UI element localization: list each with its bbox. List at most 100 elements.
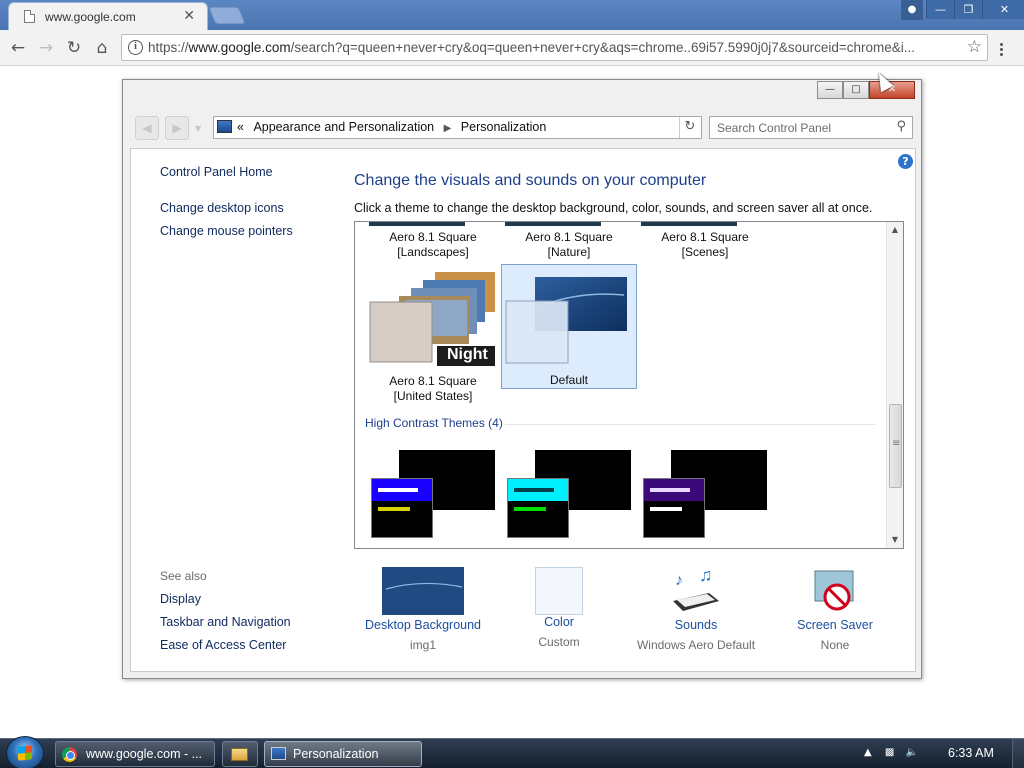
desktop-background-setting[interactable]: Desktop Background img1 [353,567,493,652]
address-url[interactable]: https://www.google.com/search?q=queen+ne… [148,40,958,55]
recent-pages-dropdown[interactable]: ▼ [195,124,203,133]
browser-toolbar: ← → ↻ ⌂ i https://www.google.com/search?… [0,30,1024,66]
taskbar-navigation-link[interactable]: Taskbar and Navigation [160,615,291,629]
forward-icon[interactable]: → [34,36,58,60]
clock[interactable]: 6:33 AM [948,746,994,760]
back-button[interactable]: ◀ [135,116,159,140]
setting-value: img1 [409,638,436,652]
show-hidden-icons-icon[interactable]: ▲ [864,747,872,758]
network-icon[interactable]: ▩ [885,747,894,758]
breadcrumb-overflow[interactable]: « [237,120,244,134]
tab-title: www.google.com [45,10,136,24]
screen-saver-setting[interactable]: Screen Saver None [773,567,897,652]
theme-thumbnail-partial [641,222,737,226]
setting-value: None [820,638,850,652]
theme-scenes[interactable]: Aero 8.1 Square [Scenes] [637,230,773,260]
chrome-icon [62,747,77,762]
volume-muted-icon[interactable]: 🔈 [906,747,918,758]
content-pane: ? Control Panel Home Change desktop icon… [130,148,916,672]
svg-text:♫: ♫ [699,567,713,585]
info-icon[interactable]: i [128,40,143,55]
color-swatch [535,567,583,615]
theme-united-states[interactable]: Night Aero 8.1 Square [United States] [365,266,501,403]
high-contrast-group-header[interactable]: High Contrast Themes (4) [365,416,503,430]
theme-list[interactable]: Aero 8.1 Square [Landscapes] Aero 8.1 Sq… [354,221,904,549]
start-button[interactable] [6,736,44,768]
search-input[interactable]: Search Control Panel ⚲ [709,116,913,139]
restore-button[interactable]: ❐ [954,0,982,19]
search-icon[interactable]: ⚲ [896,119,906,134]
change-mouse-pointers-link[interactable]: Change mouse pointers [160,224,293,238]
theme-nature[interactable]: Aero 8.1 Square [Nature] [501,230,637,260]
forward-button[interactable]: ▶ [165,116,189,140]
sounds-icon: ♪ ♫ [673,565,719,611]
scroll-down-icon[interactable]: ▼ [887,532,903,548]
search-placeholder: Search Control Panel [717,121,832,135]
breadcrumb-separator-icon[interactable]: ▶ [444,123,452,134]
personalization-window: — □ ✕ ◀ ▶ ▼ « Appearance and Personaliza… [122,79,922,679]
theme-thumbnail-partial [505,222,601,226]
window-controls: — □ ✕ [817,81,915,99]
user-profile-icon[interactable]: ● [901,0,923,20]
breadcrumb: « Appearance and Personalization ▶ Perso… [237,120,546,134]
setting-label: Screen Saver [797,618,873,632]
theme-landscapes[interactable]: Aero 8.1 Square [Landscapes] [365,230,501,260]
taskbar: www.google.com - ... Personalization ▲ ▩… [0,736,1024,768]
setting-label: Desktop Background [364,618,482,632]
help-icon[interactable]: ? [898,154,913,169]
breadcrumb-appearance[interactable]: Appearance and Personalization [253,120,434,134]
theme-high-contrast-3[interactable] [641,448,771,540]
color-setting[interactable]: Color Custom [499,567,619,649]
theme-high-contrast-2[interactable] [505,448,635,540]
taskbar-item-explorer[interactable] [222,741,258,767]
home-icon[interactable]: ⌂ [90,36,114,60]
browser-window-controls: — ❐ ✕ [926,0,1024,20]
breadcrumb-personalization[interactable]: Personalization [461,120,546,134]
close-tab-icon[interactable]: ✕ [183,8,195,24]
bookmark-star-icon[interactable]: ☆ [967,37,982,57]
page-title: Change the visuals and sounds on your co… [354,172,707,189]
theme-label: Aero 8.1 Square [389,374,477,388]
maximize-button[interactable]: □ [843,81,869,99]
svg-text:♪: ♪ [675,572,683,589]
browser-menu-icon[interactable] [1000,43,1004,58]
page-description: Click a theme to change the desktop back… [354,201,873,215]
ease-of-access-link[interactable]: Ease of Access Center [160,638,286,652]
taskbar-item-chrome[interactable]: www.google.com - ... [55,741,215,767]
new-tab-button[interactable] [208,7,246,24]
taskbar-item-personalization[interactable]: Personalization [264,741,422,767]
see-also-heading: See also [160,569,207,583]
close-button[interactable]: ✕ [982,0,1024,19]
theme-label: Aero 8.1 Square [389,230,477,244]
theme-label: [Landscapes] [397,245,469,259]
control-panel-home-link[interactable]: Control Panel Home [160,165,273,179]
theme-label: Aero 8.1 Square [525,230,613,244]
scroll-thumb[interactable] [889,404,902,488]
change-desktop-icons-link[interactable]: Change desktop icons [160,201,284,215]
theme-label: Aero 8.1 Square [661,230,749,244]
reload-icon[interactable]: ↻ [62,36,86,60]
theme-label: [Nature] [547,245,591,259]
address-bar[interactable]: i https://www.google.com/search?q=queen+… [121,34,988,61]
hc-thumbnail-front [643,478,705,538]
setting-label: Color [544,615,574,629]
control-panel-icon [271,747,286,760]
sounds-setting[interactable]: ♪ ♫ Sounds Windows Aero Default [626,565,766,652]
folder-icon [231,748,248,761]
back-icon[interactable]: ← [6,36,30,60]
browser-tab[interactable]: www.google.com ✕ [8,2,208,30]
show-desktop-button[interactable] [1012,739,1024,768]
hc-thumbnail-front [507,478,569,538]
display-link[interactable]: Display [160,592,201,606]
refresh-icon[interactable]: ↻ [679,117,700,138]
minimize-button[interactable]: — [817,81,843,99]
theme-thumbnail [505,277,627,364]
theme-default[interactable]: Default [501,264,637,389]
scroll-up-icon[interactable]: ▲ [887,222,903,238]
theme-high-contrast-1[interactable] [369,448,499,540]
theme-list-scrollbar[interactable]: ▲ ▼ [886,222,903,548]
address-bar[interactable]: « Appearance and Personalization ▶ Perso… [213,116,702,139]
control-panel-icon [217,120,232,133]
taskbar-item-label: Personalization [293,747,379,761]
minimize-button[interactable]: — [926,0,954,19]
